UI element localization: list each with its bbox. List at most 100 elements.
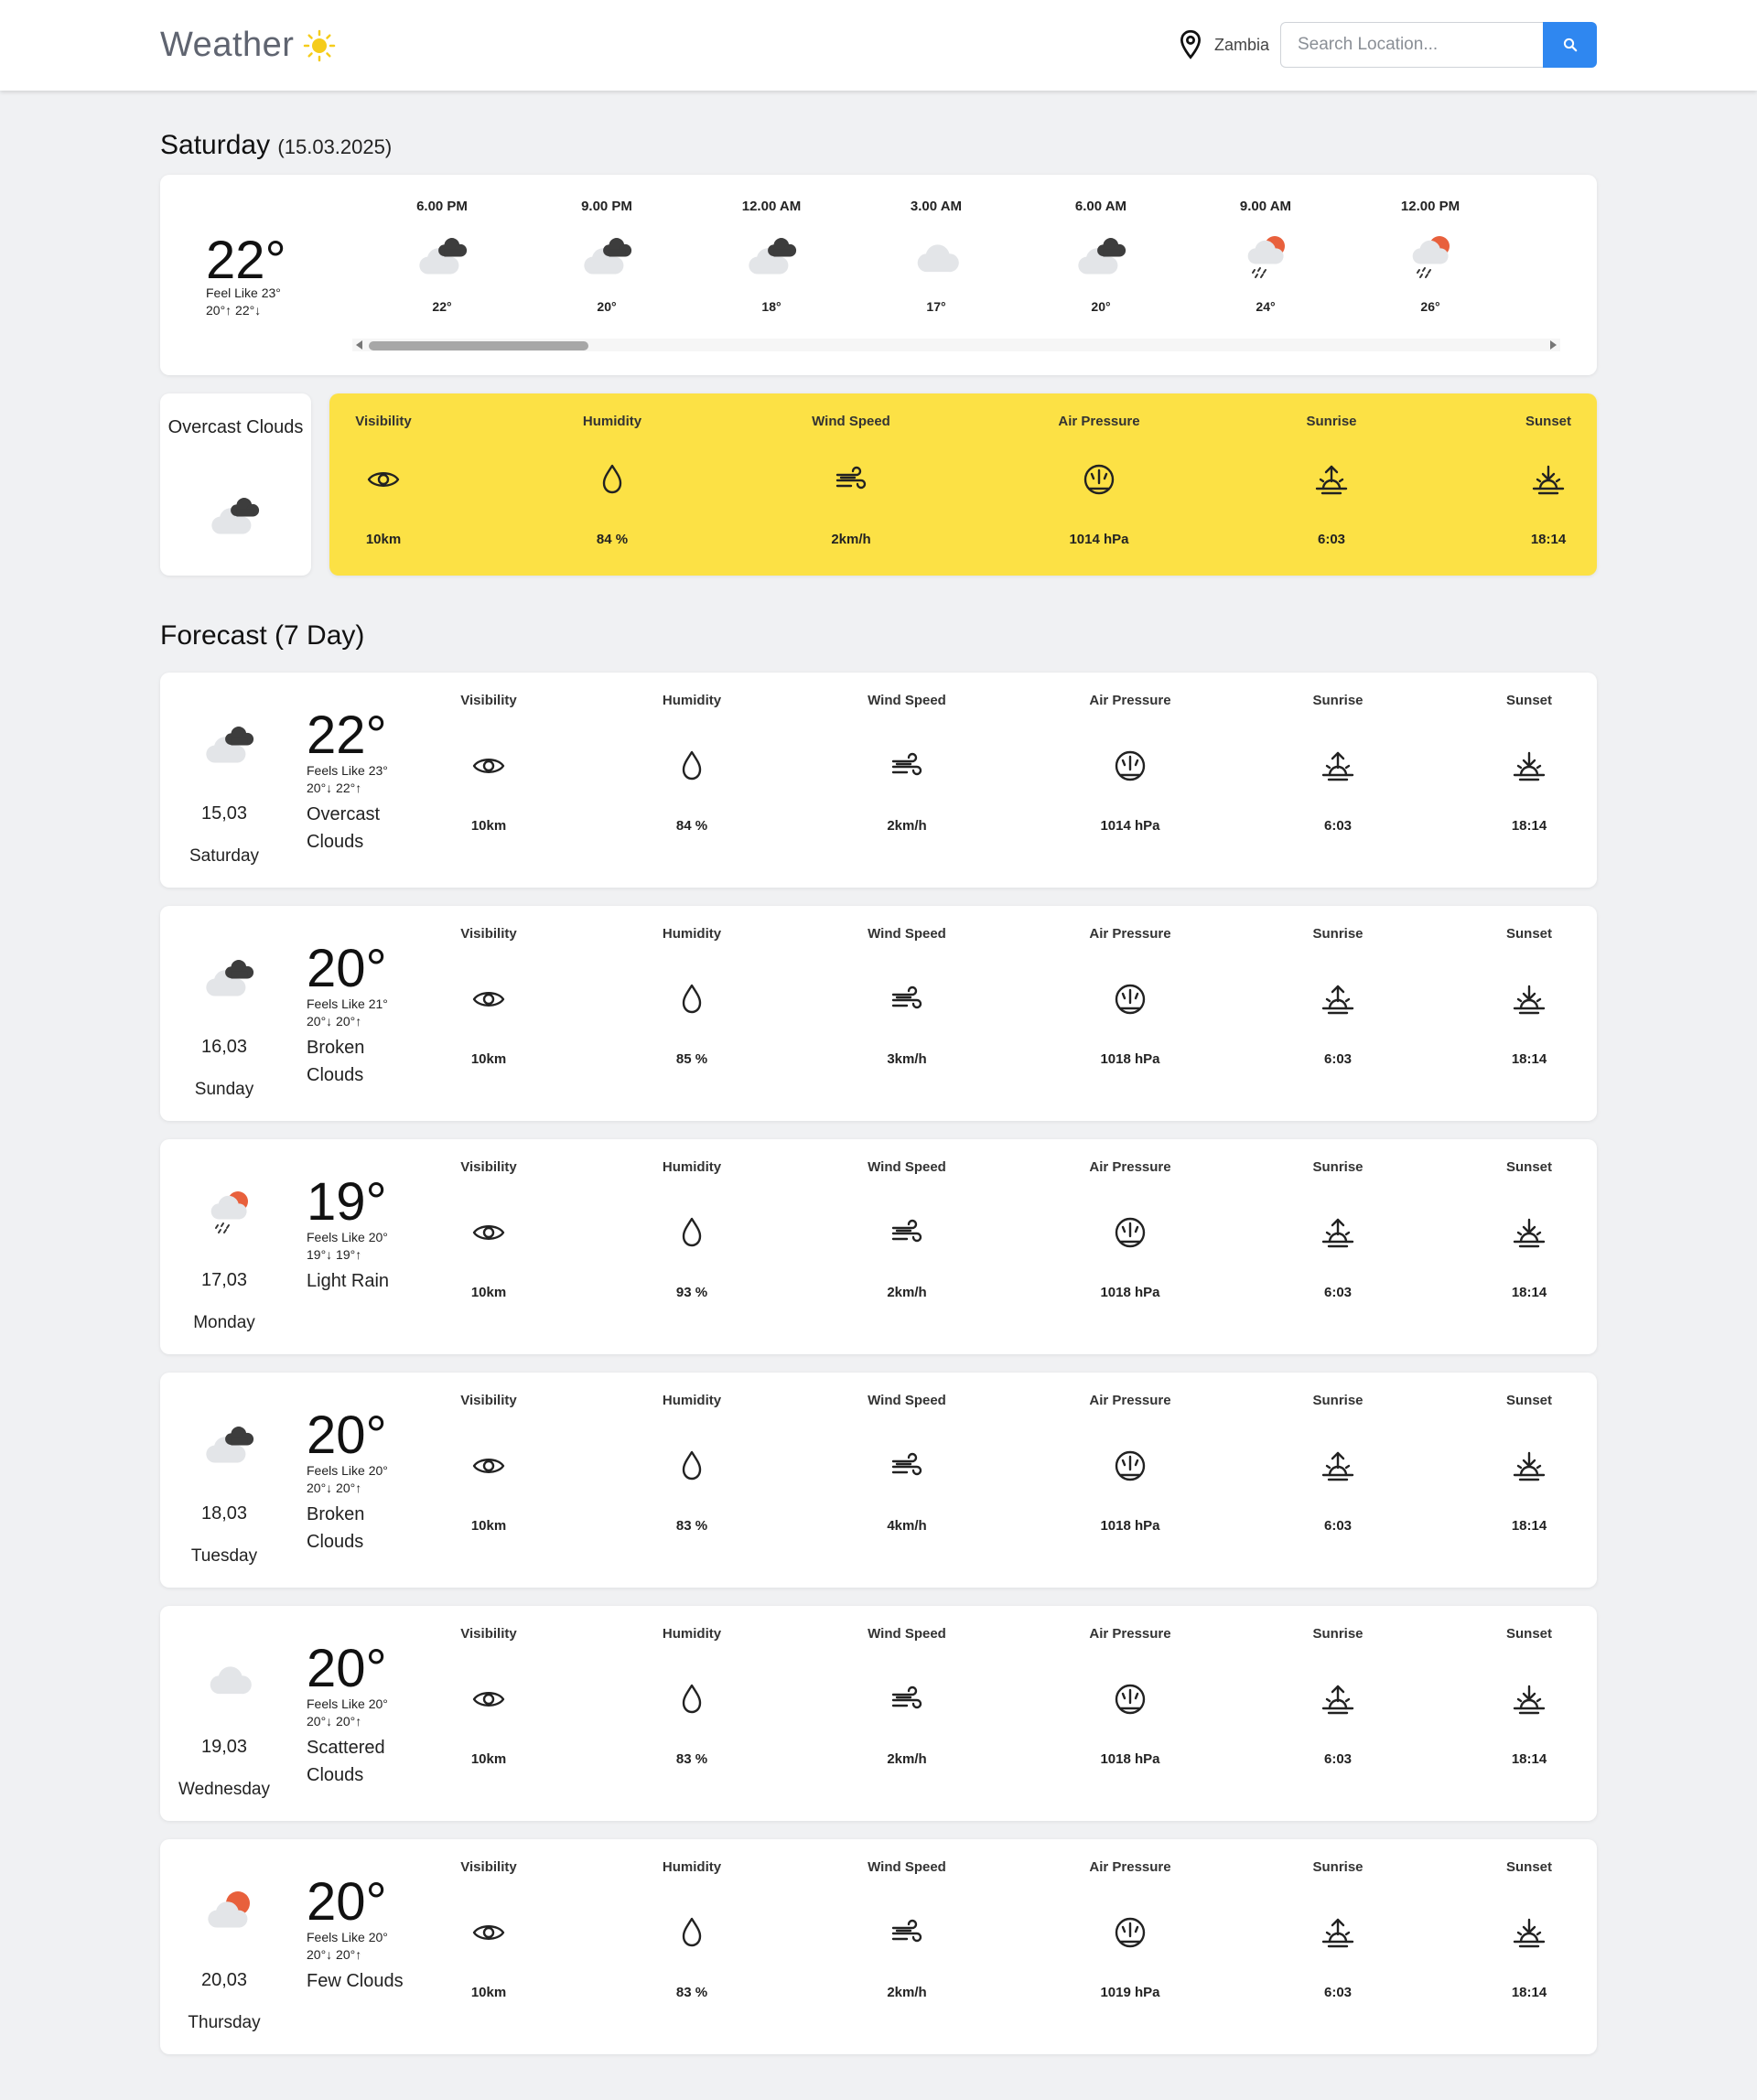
location-pin-icon[interactable]: [1178, 29, 1203, 60]
stat-value: 3km/h: [887, 1051, 927, 1067]
wind-icon: [891, 1919, 922, 1943]
forecast-day: Wednesday: [178, 1780, 270, 1799]
sunset-icon: [1513, 1451, 1546, 1481]
forecast-stat-sunrise: Sunrise 6:03: [1256, 1393, 1420, 1534]
wind-icon: [891, 752, 922, 776]
hourly-item: 6.00 AM 20°: [1019, 193, 1183, 314]
stat-label: Visibility: [460, 1159, 517, 1175]
stat-label: Humidity: [662, 1859, 722, 1875]
sunset-icon: [1532, 465, 1565, 495]
gauge-icon: [1115, 984, 1146, 1015]
forecast-stat-wind: Wind Speed 2km/h: [825, 693, 989, 834]
gauge-icon: [1115, 1450, 1146, 1481]
forecast-day: Saturday: [189, 846, 260, 866]
stat-label: Sunrise: [1312, 926, 1364, 942]
droplet-icon: [602, 464, 622, 494]
current-temperature: 22°: [206, 231, 286, 290]
stat-label: Sunrise: [1312, 1159, 1364, 1175]
hourly-scrollbar[interactable]: [352, 339, 1560, 351]
forecast-row[interactable]: 17,03 Monday 19° Feels Like 20° 19°↓ 19°…: [160, 1139, 1597, 1354]
sunrise-icon: [1321, 1451, 1354, 1481]
stat-value: 2km/h: [831, 532, 871, 547]
droplet-icon: [682, 1450, 702, 1481]
stat-label: Sunset: [1505, 926, 1552, 942]
stat-label: Wind Speed: [868, 1859, 946, 1875]
stat-visibility: Visibility 10km: [301, 414, 466, 547]
hourly-temperature: 26°: [1420, 299, 1440, 314]
stat-label: Sunset: [1505, 1626, 1552, 1642]
scrollbar-thumb[interactable]: [369, 341, 588, 350]
stat-value: 1018 hPa: [1100, 1518, 1160, 1534]
forecast-row[interactable]: 18,03 Tuesday 20° Feels Like 20° 20°↓ 20…: [160, 1373, 1597, 1588]
forecast-feels-like: Feels Like 20°: [307, 1696, 388, 1711]
stat-value: 4km/h: [887, 1518, 927, 1534]
forecast-feels-like: Feels Like 20°: [307, 1930, 388, 1944]
stat-value: 1018 hPa: [1100, 1285, 1160, 1300]
stat-value: 10km: [470, 818, 507, 834]
stat-value: 1014 hPa: [1069, 532, 1129, 547]
eye-icon: [472, 1459, 505, 1473]
stat-value: 18:14: [1511, 1985, 1547, 2000]
stat-label: Sunrise: [1312, 1393, 1364, 1408]
forecast-row[interactable]: 15,03 Saturday 22° Feels Like 23° 20°↓ 2…: [160, 673, 1597, 888]
sunset-icon: [1513, 751, 1546, 781]
forecast-stat-sunrise: Sunrise 6:03: [1256, 693, 1420, 834]
stat-value: 84 %: [596, 532, 629, 547]
stat-value: 93 %: [675, 1285, 708, 1300]
stat-value: 10km: [470, 1985, 507, 2000]
broken-clouds-icon: [584, 238, 632, 275]
wind-icon: [891, 985, 922, 1009]
current-day-title: Saturday (15.03.2025): [160, 130, 392, 161]
forecast-stat-sunset: Sunset 18:14: [1447, 1626, 1611, 1767]
stat-label: Air Pressure: [1089, 1859, 1171, 1875]
eye-icon: [472, 1925, 505, 1940]
stat-label: Air Pressure: [1058, 414, 1140, 429]
stat-label: Sunrise: [1306, 414, 1357, 429]
stat-label: Humidity: [662, 926, 722, 942]
light-rain-icon: [1562, 228, 1568, 286]
forecast-stat-humidity: Humidity 93 %: [609, 1159, 774, 1300]
stat-value: 6:03: [1323, 1051, 1353, 1067]
stat-label: Air Pressure: [1089, 693, 1171, 708]
brand[interactable]: Weather: [160, 26, 336, 65]
stat-value: 2km/h: [887, 1751, 927, 1767]
stat-label: Sunset: [1505, 693, 1552, 708]
gauge-icon: [1115, 1684, 1146, 1715]
stat-value: 2km/h: [887, 1285, 927, 1300]
stat-label: Sunrise: [1312, 693, 1364, 708]
stat-value: 18:14: [1511, 1518, 1547, 1534]
stat-value: 2km/h: [887, 818, 927, 834]
hourly-temperature: 24°: [1256, 299, 1276, 314]
scattered-clouds-icon: [917, 244, 959, 273]
forecast-stat-sunset: Sunset 18:14: [1447, 1159, 1611, 1300]
forecast-stat-sunrise: Sunrise 6:03: [1256, 1859, 1420, 2000]
forecast-row[interactable]: 16,03 Sunday 20° Feels Like 21° 20°↓ 20°…: [160, 906, 1597, 1121]
gauge-icon: [1083, 464, 1115, 495]
forecast-row[interactable]: 20,03 Thursday 20° Feels Like 20° 20°↓ 2…: [160, 1839, 1597, 2054]
stat-value: 83 %: [675, 1518, 708, 1534]
forecast-day: Thursday: [188, 2013, 261, 2032]
stat-value: 10km: [365, 532, 402, 547]
hourly-forecast-strip[interactable]: 6.00 PM 22° 9.00 PM 20° 12.00 AM 18° 3.0…: [360, 193, 1568, 330]
stat-label: Air Pressure: [1089, 1159, 1171, 1175]
eye-icon: [472, 759, 505, 773]
current-stats-panel: Visibility 10km Humidity 84 % Wind Speed…: [329, 393, 1597, 576]
hourly-temperature: 20°: [1091, 299, 1111, 314]
sunset-icon: [1513, 985, 1546, 1015]
scroll-left-arrow-icon[interactable]: [356, 340, 362, 350]
forecast-min-max: 20°↓ 20°↑: [307, 1014, 362, 1028]
hourly-temperature: 18°: [761, 299, 781, 314]
search-button[interactable]: [1543, 22, 1597, 68]
hourly-time: 12.00 PM: [1400, 199, 1461, 214]
search-input[interactable]: [1280, 22, 1543, 68]
hourly-temperature: 20°: [597, 299, 617, 314]
forecast-date: 15,03: [200, 803, 248, 824]
hourly-item: 3.00 AM 17°: [854, 193, 1019, 314]
hourly-item: 9.00 AM 24°: [1183, 193, 1348, 314]
scroll-right-arrow-icon[interactable]: [1550, 340, 1557, 350]
forecast-row[interactable]: 19,03 Wednesday 20° Feels Like 20° 20°↓ …: [160, 1606, 1597, 1821]
forecast-stat-pressure: Air Pressure 1018 hPa: [1048, 1626, 1213, 1767]
stat-value: 2km/h: [887, 1985, 927, 2000]
forecast-stat-visibility: Visibility 10km: [406, 1626, 571, 1767]
condition-text: Overcast Clouds: [167, 417, 304, 437]
